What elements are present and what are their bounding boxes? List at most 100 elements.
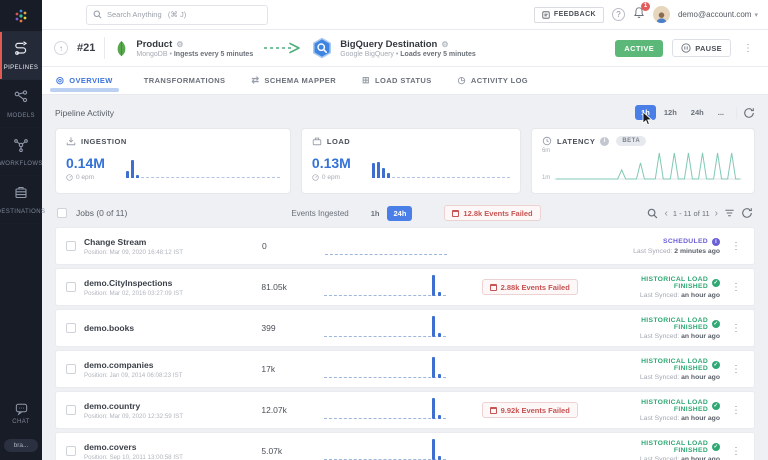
next-page-icon[interactable]: ›: [715, 208, 718, 219]
job-status-icon: ✓: [712, 361, 720, 369]
top-bar: FEEDBACK ? 1 demo@account.com ▾: [42, 0, 768, 30]
tab-schema-mapper[interactable]: ⇄SCHEMA MAPPER: [251, 67, 336, 94]
tab-label: SCHEMA MAPPER: [264, 76, 336, 85]
hevo-logo-icon[interactable]: [0, 0, 42, 32]
sidebar-nav: PIPELINESMODELSWORKFLOWSDESTINATIONS: [0, 32, 42, 224]
avatar[interactable]: [653, 6, 670, 23]
jobs-range-24h[interactable]: 24h: [387, 206, 412, 221]
refresh-icon[interactable]: [743, 107, 755, 119]
row-more-menu-icon[interactable]: ⋮: [728, 323, 744, 334]
calendar-icon: [490, 284, 497, 291]
search-input[interactable]: [107, 10, 261, 19]
sidebar-item-pipelines[interactable]: PIPELINES: [0, 32, 42, 80]
row-checkbox[interactable]: [66, 446, 76, 456]
jobs-search-icon[interactable]: [647, 208, 658, 219]
sidebar-bottom-pill[interactable]: bra...: [4, 439, 38, 452]
activity-range-12h[interactable]: 12h: [658, 105, 683, 120]
load-title: LOAD: [327, 137, 350, 146]
prev-page-icon[interactable]: ‹: [664, 208, 667, 219]
pipeline-id: #21: [77, 42, 95, 54]
latency-ymax-label: 6m: [542, 148, 550, 154]
pagination-label: 1 - 11 of 11: [673, 209, 710, 218]
row-checkbox[interactable]: [66, 405, 76, 415]
latency-info-icon[interactable]: i: [600, 137, 609, 146]
jobs-list: Change Stream Position: Mar 09, 2020 16:…: [55, 227, 755, 460]
events-failed-badge[interactable]: 2.88k Events Failed: [482, 279, 578, 295]
destination-node[interactable]: BigQuery Destination ⚙ Google BigQuery •…: [311, 37, 476, 59]
row-more-menu-icon[interactable]: ⋮: [728, 405, 744, 416]
activity-range-24h[interactable]: 24h: [685, 105, 710, 120]
tab-load-status[interactable]: ⊞LOAD STATUS: [362, 67, 432, 94]
sidebar-item-models[interactable]: MODELS: [0, 80, 42, 128]
account-email: demo@account.com: [678, 10, 752, 19]
chat-label: CHAT: [12, 419, 30, 425]
table-row[interactable]: demo.country Position: Mar 09, 2020 12:3…: [55, 391, 755, 429]
load-status-icon: ⊞: [362, 75, 370, 86]
status-badge: ACTIVE: [615, 40, 663, 57]
jobs-header: Jobs (0 of 11) Events Ingested 1h24h 12.…: [57, 205, 753, 221]
global-search[interactable]: [86, 5, 268, 25]
chat-bubble-icon: [14, 401, 29, 416]
load-rate: 0 epm: [322, 174, 340, 181]
destination-type: Google BigQuery: [340, 51, 394, 58]
table-row[interactable]: demo.covers Position: Sep 10, 2011 13:00…: [55, 432, 755, 460]
table-row[interactable]: demo.books 399 HISTORICAL LOAD FINISHED …: [55, 309, 755, 347]
row-more-menu-icon[interactable]: ⋮: [728, 364, 744, 375]
table-row[interactable]: demo.companies Position: Jan 09, 2014 06…: [55, 350, 755, 388]
help-icon[interactable]: ?: [612, 8, 625, 21]
sidebar: PIPELINESMODELSWORKFLOWSDESTINATIONS CHA…: [0, 0, 42, 460]
pagination: ‹ 1 - 11 of 11 ›: [664, 208, 718, 219]
pause-button[interactable]: PAUSE: [672, 39, 731, 57]
activity-header: Pipeline Activity 1h12h24h...: [55, 105, 755, 120]
events-failed-label: 9.92k Events Failed: [501, 406, 570, 415]
pipeline-more-menu-icon[interactable]: ⋮: [740, 43, 756, 54]
ingestion-value: 0.14M: [66, 155, 114, 171]
destination-settings-gear-icon[interactable]: ⚙: [441, 40, 448, 49]
sidebar-item-chat[interactable]: CHAT: [0, 392, 42, 433]
latency-ymin-label: 1m: [542, 175, 550, 181]
job-status-label: HISTORICAL LOAD FINISHED: [605, 440, 708, 454]
collapse-up-icon[interactable]: ↑: [54, 41, 68, 55]
job-status-label: HISTORICAL LOAD FINISHED: [605, 317, 708, 331]
tab-activity-log[interactable]: ◷ACTIVITY LOG: [458, 67, 528, 94]
notifications-button[interactable]: 1: [633, 6, 645, 24]
sidebar-item-destinations[interactable]: DESTINATIONS: [0, 176, 42, 224]
source-node[interactable]: Product ⚙ MongoDB • Ingests every 5 minu…: [114, 39, 253, 58]
row-checkbox[interactable]: [66, 323, 76, 333]
job-status-icon: i: [712, 238, 720, 246]
row-checkbox[interactable]: [66, 241, 76, 251]
row-checkbox[interactable]: [66, 364, 76, 374]
row-more-menu-icon[interactable]: ⋮: [728, 241, 744, 252]
jobs-select-all-checkbox[interactable]: [57, 208, 67, 218]
jobs-refresh-icon[interactable]: [741, 207, 753, 219]
source-settings-gear-icon[interactable]: ⚙: [176, 40, 183, 49]
filter-icon[interactable]: [724, 208, 735, 218]
tab-transformations[interactable]: TRANSFORMATIONS: [139, 67, 226, 94]
total-events-failed-label: 12.8k Events Failed: [463, 209, 532, 218]
table-row[interactable]: Change Stream Position: Mar 09, 2020 16:…: [55, 227, 755, 265]
total-events-failed-badge[interactable]: 12.8k Events Failed: [444, 205, 540, 221]
pause-icon: [681, 43, 691, 53]
source-subtitle: MongoDB • Ingests every 5 minutes: [136, 51, 253, 58]
row-more-menu-icon[interactable]: ⋮: [728, 282, 744, 293]
row-checkbox[interactable]: [66, 282, 76, 292]
table-row[interactable]: demo.CityInspections Position: Mar 02, 2…: [55, 268, 755, 306]
feedback-button[interactable]: FEEDBACK: [534, 7, 604, 23]
load-card: LOAD 0.13M 0 epm: [301, 128, 521, 194]
job-events-count: 17k: [261, 364, 316, 374]
activity-range-1h[interactable]: 1h: [635, 105, 656, 120]
logo-dots: [12, 7, 30, 25]
destination-subtitle: Google BigQuery • Loads every 5 minutes: [340, 51, 476, 58]
jobs-range-1h[interactable]: 1h: [365, 206, 386, 221]
account-menu[interactable]: demo@account.com ▾: [678, 10, 758, 19]
overview-icon: ◎: [56, 75, 64, 86]
sidebar-item-workflows[interactable]: WORKFLOWS: [0, 128, 42, 176]
speed-icon: [312, 174, 319, 181]
row-more-menu-icon[interactable]: ⋮: [728, 446, 744, 457]
job-status-label: HISTORICAL LOAD FINISHED: [605, 276, 708, 290]
events-failed-badge[interactable]: 9.92k Events Failed: [482, 402, 578, 418]
tab-overview[interactable]: ◎OVERVIEW: [56, 67, 113, 94]
feedback-label: FEEDBACK: [554, 11, 596, 18]
tab-label: ACTIVITY LOG: [471, 76, 528, 85]
activity-range-more[interactable]: ...: [712, 105, 730, 120]
